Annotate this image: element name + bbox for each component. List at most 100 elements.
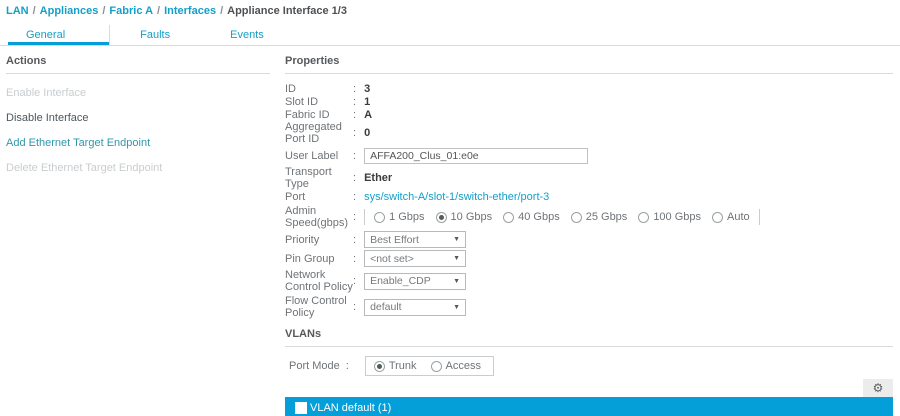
property-row-user-label: User Label [285, 147, 893, 164]
property-row-network-control-policy: Network Control Policy Enable_CDP ▼ [285, 269, 893, 293]
breadcrumb-separator: / [220, 5, 224, 17]
vlan-row-default[interactable]: VLAN default (1) [285, 397, 893, 416]
radio-40gbps-label: 40 Gbps [518, 211, 560, 223]
pin-group-select[interactable]: <not set> ▼ [364, 250, 467, 267]
user-label-input[interactable] [364, 147, 589, 164]
radio-25gbps-label: 25 Gbps [585, 211, 628, 223]
breadcrumb-current: Appliance Interface 1/3 [227, 5, 347, 17]
pin-group-select-value: <not set> [370, 252, 414, 265]
radio-auto-label: Auto [727, 211, 750, 223]
property-row-priority: Priority Best Effort ▼ [285, 231, 893, 248]
admin-speed-radio-group: 1 Gbps 10 Gbps 40 Gbps 25 Gbps 100 Gbps … [364, 209, 760, 225]
port-mode-radio-group: Trunk Access [364, 356, 494, 376]
radio-icon [435, 211, 447, 223]
property-row-aggregated-port-id: Aggregated Port ID 0 [285, 121, 893, 145]
priority-select[interactable]: Best Effort ▼ [364, 231, 467, 248]
breadcrumb-fabric-a[interactable]: Fabric A [109, 5, 153, 17]
radio-25gbps[interactable]: 25 Gbps [570, 211, 628, 223]
fabric-id-value: A [364, 108, 373, 121]
tab-bar: General Faults Events [0, 25, 900, 46]
breadcrumb-interfaces[interactable]: Interfaces [164, 5, 216, 17]
radio-1gbps[interactable]: 1 Gbps [374, 211, 425, 223]
add-ethernet-target-endpoint-link[interactable]: Add Ethernet Target Endpoint [6, 137, 270, 149]
breadcrumb-appliances[interactable]: Appliances [40, 5, 99, 17]
aggregated-port-id-value: 0 [364, 127, 371, 139]
flow-control-policy-label: Flow Control Policy [285, 295, 347, 319]
admin-speed-label: Admin Speed(gbps) [285, 205, 348, 229]
transport-type-value: Ether [364, 172, 393, 184]
id-value: 3 [364, 82, 371, 95]
disable-interface-link[interactable]: Disable Interface [6, 112, 270, 124]
property-row-transport-type: Transport Type Ether [285, 166, 893, 190]
id-label: ID [285, 82, 296, 95]
breadcrumb-lan[interactable]: LAN [6, 5, 29, 17]
tab-faults[interactable]: Faults [110, 25, 200, 45]
radio-icon [712, 211, 724, 223]
tab-general[interactable]: General [8, 25, 111, 45]
radio-1gbps-label: 1 Gbps [389, 211, 425, 223]
priority-label: Priority [285, 233, 320, 246]
actions-panel: Actions Enable Interface Disable Interfa… [0, 46, 270, 174]
port-link[interactable]: sys/switch-A/slot-1/switch-ether/port-3 [364, 191, 549, 203]
caret-down-icon: ▼ [453, 277, 461, 285]
priority-select-value: Best Effort [370, 233, 419, 246]
radio-10gbps[interactable]: 10 Gbps [435, 211, 493, 223]
radio-access[interactable]: Access [430, 360, 481, 372]
radio-100gbps[interactable]: 100 Gbps [638, 211, 701, 223]
flow-control-policy-select[interactable]: default ▼ [364, 298, 467, 316]
caret-down-icon: ▼ [453, 303, 461, 311]
radio-icon [503, 211, 515, 223]
radio-trunk[interactable]: Trunk [373, 360, 417, 372]
actions-title: Actions [6, 55, 270, 74]
user-label-label: User Label [285, 149, 339, 162]
property-row-flow-control-policy: Flow Control Policy default ▼ [285, 295, 893, 319]
vlans-title: VLANs [285, 328, 893, 347]
radio-10gbps-label: 10 Gbps [450, 211, 493, 223]
slot-id-value: 1 [364, 95, 371, 108]
checkbox-vlan-default[interactable] [295, 401, 307, 414]
radio-icon [373, 360, 385, 372]
network-control-policy-select[interactable]: Enable_CDP ▼ [364, 272, 467, 290]
port-mode-label: Port Mode [289, 360, 340, 372]
property-row-id: ID 3 [285, 82, 893, 95]
breadcrumb-separator: / [102, 5, 106, 17]
transport-type-label: Transport Type [285, 166, 332, 190]
slot-id-label: Slot ID [285, 95, 319, 108]
radio-icon [374, 211, 386, 223]
pin-group-label: Pin Group [285, 252, 335, 265]
property-row-port: Port sys/switch-A/slot-1/switch-ether/po… [285, 190, 893, 203]
flow-control-policy-select-value: default [370, 301, 402, 313]
vlan-table: VLAN default (1) ✓ VLAN iSCSI-A-VLAN (12… [285, 397, 893, 416]
property-row-fabric-id: Fabric ID A [285, 108, 893, 121]
port-label: Port [285, 190, 306, 203]
tab-events[interactable]: Events [200, 25, 294, 45]
radio-icon [430, 360, 442, 372]
fabric-id-label: Fabric ID [285, 108, 330, 121]
enable-interface-link: Enable Interface [6, 87, 87, 99]
radio-100gbps-label: 100 Gbps [653, 211, 702, 223]
network-control-policy-label: Network Control Policy [285, 269, 353, 293]
properties-title: Properties [285, 55, 893, 74]
radio-icon [638, 211, 650, 223]
gear-icon[interactable]: ⚙ [863, 379, 893, 397]
caret-down-icon: ▼ [453, 236, 461, 243]
radio-40gbps[interactable]: 40 Gbps [503, 211, 560, 223]
aggregated-port-id-label: Aggregated Port ID [285, 121, 342, 145]
caret-down-icon: ▼ [453, 255, 461, 262]
network-control-policy-select-value: Enable_CDP [370, 275, 431, 287]
radio-icon [570, 211, 582, 223]
main-content: Actions Enable Interface Disable Interfa… [0, 46, 900, 416]
properties-panel: Properties ID 3 Slot ID 1 Fabric ID A Ag… [270, 46, 900, 416]
radio-auto[interactable]: Auto [712, 211, 750, 223]
radio-trunk-label: Trunk [388, 360, 417, 372]
vlan-table-toolbar: ⚙ [285, 379, 893, 397]
delete-ethernet-target-endpoint-link: Delete Ethernet Target Endpoint [6, 162, 163, 174]
breadcrumb-separator: / [32, 5, 36, 17]
breadcrumb: LAN / Appliances / Fabric A / Interfaces / Appli… [0, 0, 900, 20]
port-mode-row: Port Mode Trunk Access [289, 356, 893, 376]
vlan-default-label: VLAN default (1) [310, 401, 392, 414]
property-row-pin-group: Pin Group <not set> ▼ [285, 250, 893, 267]
property-row-slot-id: Slot ID 1 [285, 95, 893, 108]
radio-access-label: Access [445, 360, 481, 372]
property-row-admin-speed: Admin Speed(gbps) 1 Gbps 10 Gbps 40 Gbps… [285, 205, 893, 229]
